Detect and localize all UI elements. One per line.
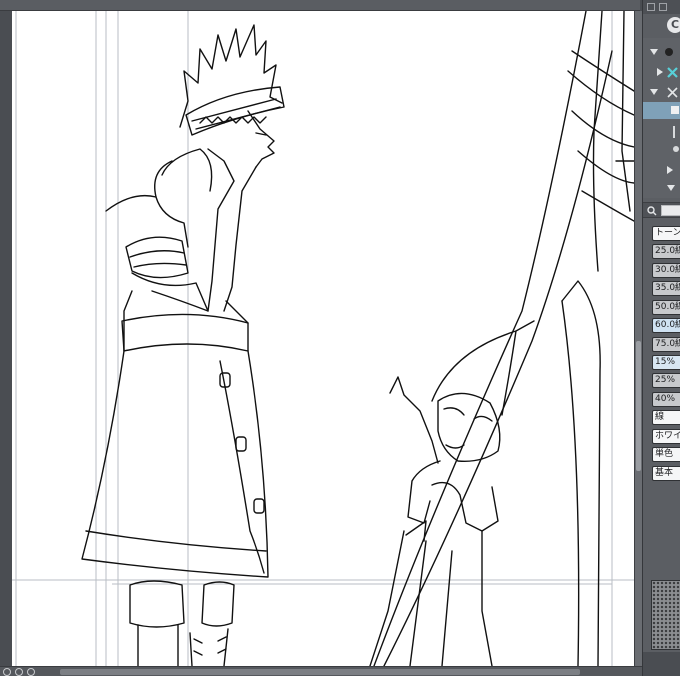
expand-folder-icon[interactable] [650,49,658,55]
tone-search-input[interactable] [661,205,680,216]
collapse-folder-icon[interactable] [667,166,673,174]
line-art-drawing [12,11,634,666]
right-side-panel: C トーン 25.0 30.0 35.0 50.0 60.0 75.0 15% … [642,0,680,676]
tone-button[interactable]: 75.0線 [652,337,680,352]
vertical-scroll-thumb[interactable] [636,341,641,471]
tone-button[interactable]: トーン [652,226,680,241]
tone-button[interactable]: 35.0線 [652,281,680,296]
fit-view-icon[interactable] [27,668,35,676]
tone-button[interactable]: 基本 [652,466,680,481]
tone-button[interactable]: 15% [652,355,680,370]
layer-row[interactable] [643,84,680,101]
layer-list [643,38,680,198]
pen-layer-icon [673,126,675,138]
tone-preview-swatch [651,580,680,650]
tone-button[interactable]: 50.0線 [652,300,680,315]
mask-layer-icon [667,87,678,98]
layer-row[interactable] [643,180,680,197]
layer-thumbnail-icon [671,106,679,114]
canvas-top-frame [0,0,640,11]
tone-button[interactable]: 30.0線 [652,263,680,278]
tone-button[interactable]: 25.0線 [652,244,680,259]
layer-color-icon [665,48,673,56]
panel-menu-icon[interactable] [647,3,655,11]
panel-footer [643,652,680,676]
tone-button[interactable]: ホワイト [652,429,680,444]
canvas-vertical-scrollbar[interactable] [634,11,642,666]
search-icon[interactable] [647,206,657,216]
layer-row[interactable] [643,44,680,61]
panel-collapse-icon[interactable] [659,3,667,11]
tone-search-bar [643,202,680,218]
canvas-status-bar [0,666,642,676]
tone-button[interactable]: 25% [652,373,680,388]
clip-studio-logo-icon[interactable]: C [667,17,680,33]
tone-button[interactable]: 60.0線 [652,318,680,333]
collapse-folder-icon[interactable] [657,68,663,76]
zoom-icon[interactable] [3,668,11,676]
tone-button[interactable]: 単色 [652,447,680,462]
panel-header [643,0,680,14]
layer-dot-icon [673,146,679,152]
drawing-canvas[interactable] [12,11,634,666]
layer-row[interactable] [643,64,680,81]
expand-folder-icon[interactable] [667,185,675,191]
expand-folder-icon[interactable] [650,89,658,95]
cross-layer-icon [667,67,678,78]
tone-button[interactable]: 40% [652,392,680,407]
horizontal-scroll-thumb[interactable] [60,669,580,675]
layer-row[interactable] [643,142,680,159]
tone-button[interactable]: 線 [652,410,680,425]
layer-row[interactable] [643,162,680,179]
layer-row[interactable] [643,124,680,141]
layer-row-selected[interactable] [643,102,680,119]
rotate-icon[interactable] [15,668,23,676]
